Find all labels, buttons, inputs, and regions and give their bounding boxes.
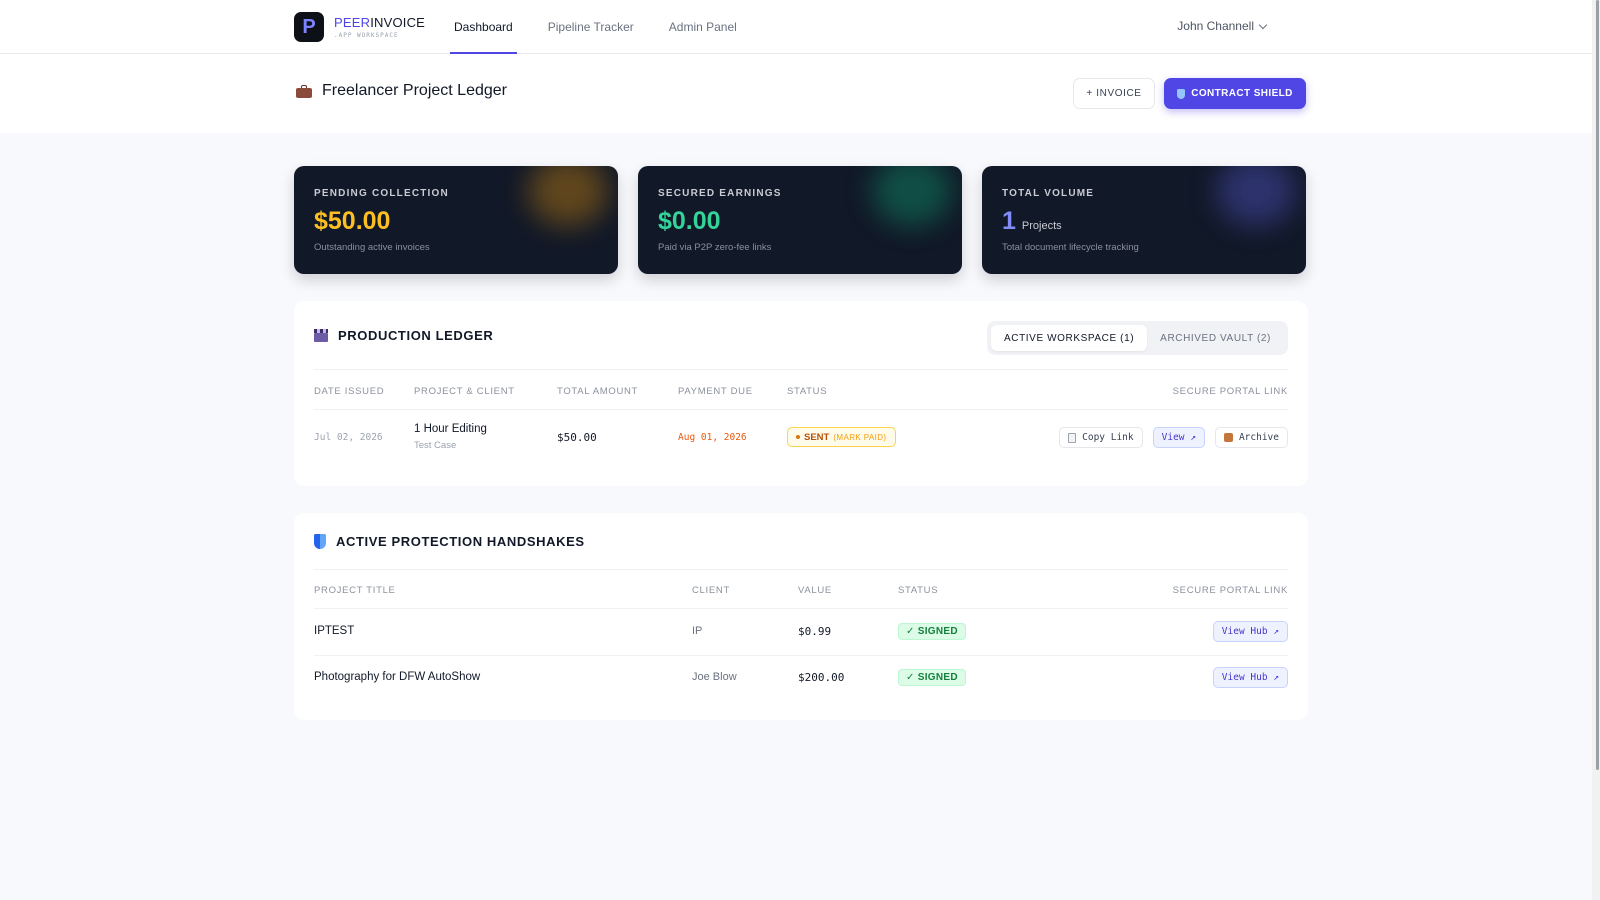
table-row: Photography for DFW AutoShow Joe Blow $2… [314,656,1288,701]
chevron-down-icon [1258,20,1268,29]
card-label: SECURED EARNINGS [658,188,782,199]
total-amount: $50.00 [557,431,597,444]
client-name: Test Case [414,440,457,451]
brand-name-rest: INVOICE [370,14,426,30]
column-header: SECURE PORTAL LINK [1172,386,1288,397]
scrollbar[interactable] [1592,0,1600,900]
status-dot-icon [796,435,800,439]
column-header: VALUE [798,585,832,596]
status-text: ✓ SIGNED [906,672,958,683]
contract-shield-button[interactable]: CONTRACT SHIELD [1164,78,1306,109]
tab-archived-vault[interactable]: ARCHIVED VAULT (2) [1147,325,1284,351]
card-secured-earnings: SECURED EARNINGS $0.00 Paid via P2P zero… [638,166,962,274]
view-hub-button[interactable]: View Hub ↗ [1212,667,1288,688]
column-header: STATUS [898,585,939,596]
date-issued: Jul 02, 2026 [314,432,383,443]
column-header: PROJECT & CLIENT [414,386,515,397]
card-value: $50.00 [314,207,391,235]
briefcase-icon [296,84,312,98]
copy-link-label: Copy Link [1082,432,1134,443]
archive-button[interactable]: Archive [1214,427,1288,448]
project-title: IPTEST [314,625,355,637]
client-name: IP [692,625,703,637]
column-header: STATUS [787,386,828,397]
card-pending-collection: PENDING COLLECTION $50.00 Outstanding ac… [294,166,618,274]
brand-name-accent: PEER [334,14,371,30]
archive-label: Archive [1238,432,1279,443]
nav-dashboard[interactable]: Dashboard [450,0,517,54]
status-text: ✓ SIGNED [906,626,958,637]
card-label: PENDING COLLECTION [314,188,449,199]
column-header: PROJECT TITLE [314,585,396,596]
nav-admin-panel[interactable]: Admin Panel [667,0,739,54]
column-header: DATE ISSUED [314,386,385,397]
nav-links: Dashboard Pipeline Tracker Admin Panel [450,0,770,54]
logo-icon: P [294,12,324,42]
card-subtext: Outstanding active invoices [314,242,430,253]
project-title: Photography for DFW AutoShow [314,671,481,683]
brand-subtitle: .APP WORKSPACE [334,31,399,39]
page-header: Freelancer Project Ledger + INVOICE CONT… [0,54,1600,133]
status-badge: ✓ SIGNED [898,669,966,686]
box-icon [1223,433,1233,442]
card-subtext: Paid via P2P zero-fee links [658,242,772,253]
production-ledger-panel: PRODUCTION LEDGER ACTIVE WORKSPACE (1) A… [294,301,1308,486]
status-text: SENT [804,431,830,443]
column-header: CLIENT [692,585,730,596]
card-subtext: Total document lifecycle tracking [1002,242,1139,253]
card-label: TOTAL VOLUME [1002,188,1095,199]
shield-icon [1177,88,1186,99]
top-navbar: P PEERINVOICE .APP WORKSPACE Dashboard P… [0,0,1600,54]
page-title: Freelancer Project Ledger [322,82,507,99]
card-value: 1 [1002,207,1016,235]
user-menu[interactable]: John Channell [1177,19,1268,33]
payment-due: Aug 01, 2026 [678,432,747,443]
column-header: SECURE PORTAL LINK [1172,585,1288,596]
shield-icon [314,533,326,549]
card-value: $0.00 [658,207,721,235]
new-invoice-button[interactable]: + INVOICE [1073,78,1155,109]
card-total-volume: TOTAL VOLUME 1 Projects Total document l… [982,166,1306,274]
protection-handshakes-panel: ACTIVE PROTECTION HANDSHAKES PROJECT TIT… [294,513,1308,720]
status-badge: ✓ SIGNED [898,623,966,640]
brand[interactable]: P PEERINVOICE .APP WORKSPACE [294,12,425,42]
mark-paid-link[interactable]: (MARK PAID) [833,433,886,442]
copy-link-button[interactable]: Copy Link [1059,427,1143,448]
table-row: IPTEST IP $0.99 ✓ SIGNED View Hub ↗ [314,610,1288,655]
clapperboard-icon [314,328,328,342]
card-unit: Projects [1021,220,1062,232]
stat-cards: PENDING COLLECTION $50.00 Outstanding ac… [294,166,1306,274]
panel-title: PRODUCTION LEDGER [338,327,494,343]
brand-name: PEERINVOICE [334,16,425,29]
client-name: Joe Blow [692,671,737,683]
view-hub-button[interactable]: View Hub ↗ [1212,621,1288,642]
column-header: TOTAL AMOUNT [557,386,639,397]
tab-active-workspace[interactable]: ACTIVE WORKSPACE (1) [991,325,1148,351]
table-header: DATE ISSUED PROJECT & CLIENT TOTAL AMOUN… [314,371,1288,410]
clipboard-icon [1068,432,1077,443]
table-row: Jul 02, 2026 1 Hour Editing Test Case $5… [314,411,1288,467]
view-button[interactable]: View ↗ [1152,427,1205,448]
column-header: PAYMENT DUE [678,386,753,397]
logo-letter: P [302,15,316,38]
value: $200.00 [798,671,845,684]
panel-title: ACTIVE PROTECTION HANDSHAKES [336,533,585,549]
contract-shield-label: CONTRACT SHIELD [1191,88,1293,99]
project-name: 1 Hour Editing [414,423,487,435]
table-header: PROJECT TITLE CLIENT VALUE STATUS SECURE… [314,570,1288,609]
value: $0.99 [798,625,832,638]
user-name: John Channell [1177,19,1254,33]
status-badge[interactable]: SENT (MARK PAID) [787,427,896,447]
scrollbar-thumb[interactable] [1596,0,1599,770]
ledger-tabs: ACTIVE WORKSPACE (1) ARCHIVED VAULT (2) [987,321,1288,355]
nav-pipeline-tracker[interactable]: Pipeline Tracker [546,0,636,54]
